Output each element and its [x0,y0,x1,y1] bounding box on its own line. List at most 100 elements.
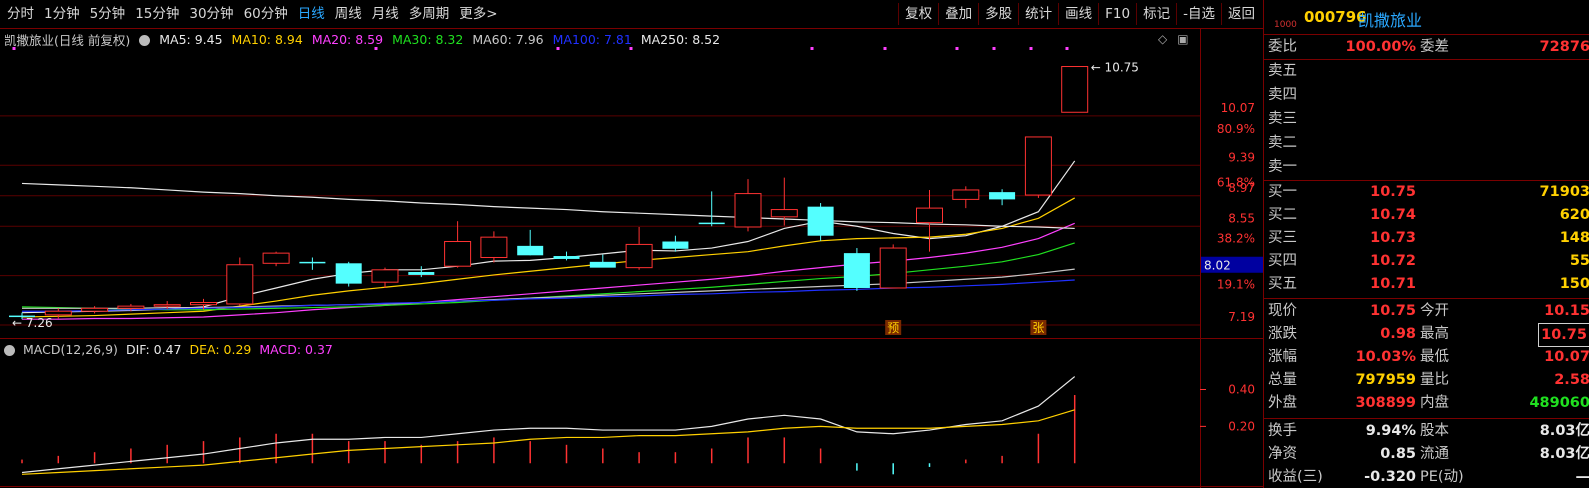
weibi-label: 委比 [1268,39,1297,55]
period-tab[interactable]: 月线 [367,4,404,24]
buy-price: 10.72 [1370,253,1416,269]
fin-value: 0.85 [1380,446,1416,462]
fin-label: 换手 [1268,423,1297,439]
quote-label: 涨跌 [1268,326,1297,342]
macd-tick-label: 0.40 [1228,383,1255,397]
quote-value: 10.75 [1370,303,1416,319]
candle-body [371,269,399,283]
price-tick-label: 7.19 [1228,310,1255,324]
chart-title: 凯撒旅业(日线 前复权) [4,32,131,48]
window-icon[interactable]: ▣ [1177,32,1188,46]
sell-label: 卖一 [1268,159,1297,175]
fin-value: 8.03亿 [1539,423,1589,439]
quote-value: 10.03% [1355,349,1416,365]
candle-body [444,241,472,267]
fin-value: 9.94% [1365,423,1416,439]
action-buttons: 复权 叠加 多股 统计 画线 F10 标记 -自选 返回 [898,3,1261,25]
candle-body [335,263,362,284]
buy-label: 买一 [1268,184,1297,200]
weicha-label: 委差 [1420,39,1449,55]
period-tab[interactable]: 分时 [2,4,39,24]
period-tab[interactable]: 更多> [454,4,502,24]
fin-label: 收益(三) [1268,469,1323,485]
period-tab[interactable]: 日线 [293,4,330,24]
stock-name[interactable]: 凯撒旅业 [1358,7,1422,31]
ma-legend-item: MA30: 8.32 [392,31,464,47]
buy-row: 买五 10.71 150 [1264,273,1589,295]
quote-value: 10.75 [1538,323,1589,347]
sell-label: 卖四 [1268,87,1297,103]
candle-body [879,247,907,289]
period-tab[interactable]: 1分钟 [39,4,85,24]
quote-panel: 1000 000796 凯撒旅业 委比 100.00% 委差 72876 卖五卖… [1263,0,1589,488]
period-tab[interactable]: 15分钟 [130,4,184,24]
action-button[interactable]: -自选 [1176,3,1221,25]
low-marker: ← 7.26 [12,316,53,330]
settings-circle-icon[interactable] [139,34,151,46]
action-button[interactable]: 画线 [1058,3,1098,25]
fin-label: 股本 [1420,423,1449,439]
signal-dot [992,47,996,50]
candle-body [843,253,870,288]
buy-volume: 148 [1559,230,1589,246]
quote-label: 最低 [1420,349,1449,365]
macd-tick-label: 0.20 [1228,419,1255,433]
buy-price: 10.74 [1370,207,1416,223]
action-button[interactable]: F10 [1098,3,1136,25]
fin-value: -0.320 [1364,469,1416,485]
diamond-icon[interactable]: ◇ [1158,32,1167,46]
quote-value: 10.07 [1544,349,1589,365]
period-toolbar: 分时 1分钟 5分钟 15分钟 30分钟 60分钟 日线 周线 月线 多周期 更多> 复权 叠加 多股统… [0,0,1263,29]
kline-chart[interactable]: 10.079.398.978.557.877.1980.9%61.8%38.2%… [0,0,1263,488]
fin-value: — [1575,469,1589,485]
candle-body [734,193,762,228]
settings-circle-icon[interactable] [4,344,15,356]
action-button[interactable]: 多股 [978,3,1018,25]
action-button[interactable]: 标记 [1136,3,1176,25]
buy-row: 买二 10.74 620 [1264,204,1589,226]
macd-title: MACD(12,26,9) [23,341,118,357]
period-tab[interactable]: 周线 [330,4,367,24]
macd-legend: MACD(12,26,9) DIF: 0.47 DEA: 0.29 MACD: 0.… [4,340,333,358]
action-button[interactable]: 返回 [1221,3,1261,25]
quote-row: 涨幅 10.03% 最低 10.07 [1264,346,1589,368]
sell-row: 卖二 [1264,132,1589,154]
ma-legend-item: MA100: 7.81 [552,31,632,47]
buy-label: 买五 [1268,276,1297,292]
quote-value: 308899 [1355,395,1416,411]
action-button[interactable]: 复权 [898,3,938,25]
action-button[interactable]: 叠加 [938,3,978,25]
dif-line [21,376,1076,474]
period-tab[interactable]: 60分钟 [239,4,293,24]
candle-body [262,252,290,264]
weibi-row: 委比 100.00% 委差 72876 [1264,36,1589,58]
candle-body [1061,66,1089,113]
action-button[interactable]: 统计 [1018,3,1058,25]
period-tab[interactable]: 30分钟 [184,4,238,24]
period-tab[interactable]: 5分钟 [85,4,131,24]
ma-legend-item: MA60: 7.96 [472,31,544,47]
sell-label: 卖五 [1268,63,1297,79]
buy-label: 买四 [1268,253,1297,269]
ma-line-ma60 [22,268,1075,309]
quote-label: 总量 [1268,372,1297,388]
quote-value: 2.58 [1554,372,1589,388]
macd-legend-item: DEA: 0.29 [189,341,252,357]
candle-body [117,305,145,309]
stock-badge: 1000 [1274,20,1297,30]
candle-body [770,209,798,218]
sell-row: 卖五 [1264,60,1589,82]
signal-dot [810,47,814,50]
period-tab[interactable]: 多周期 [404,4,455,24]
sell-row: 卖四 [1264,84,1589,106]
sell-label: 卖三 [1268,111,1297,127]
price-tick-label: 8.55 [1228,211,1255,225]
candle-body [81,307,109,312]
pct-tick-label: 38.2% [1217,232,1255,246]
candle-body [226,264,254,305]
stock-header: 1000 000796 凯撒旅业 [1264,0,1589,35]
quote-value: 0.98 [1380,326,1416,342]
chart-corner-icons: ◇ ▣ [1158,32,1189,46]
quote-row: 涨跌 0.98 最高 10.75 [1264,323,1589,347]
period-tabs: 分时 1分钟 5分钟 15分钟 30分钟 60分钟 日线 周线 月线 多周期 更多> [2,4,503,24]
